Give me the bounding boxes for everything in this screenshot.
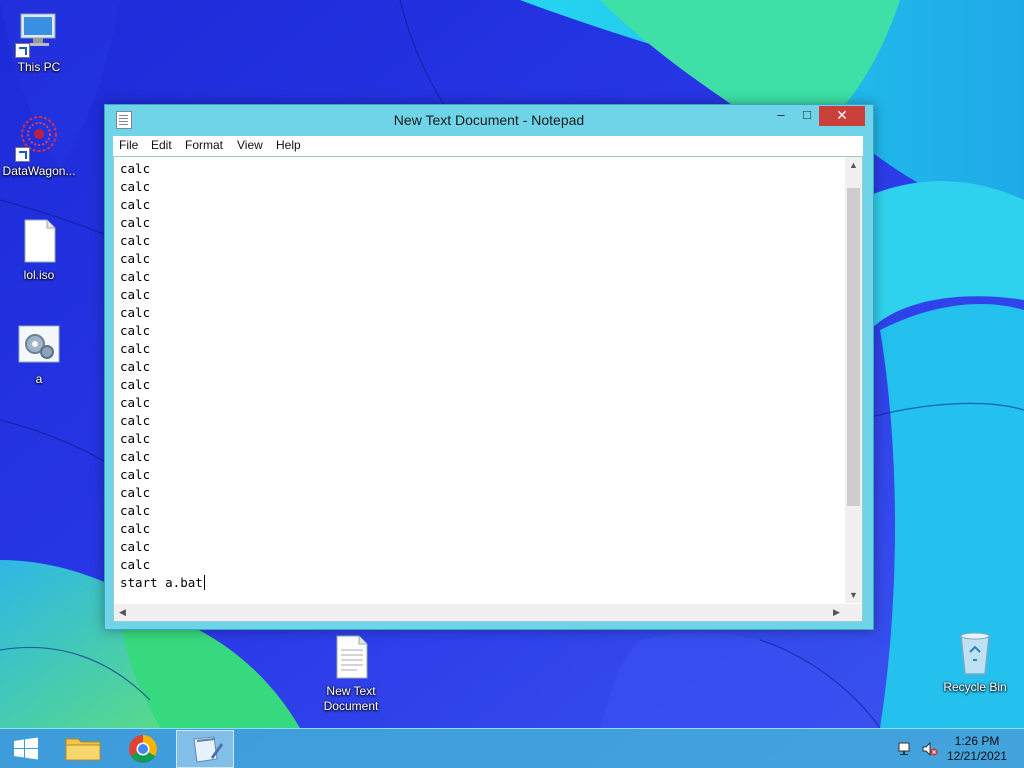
desktop-icon-label: DataWagon... <box>2 164 76 178</box>
file-icon <box>15 218 63 266</box>
datawagon-shortcut-icon <box>15 114 63 162</box>
desktop-icon-a[interactable]: a <box>0 322 78 387</box>
text-line: calc <box>120 539 151 554</box>
menu-help[interactable]: Help <box>276 138 301 152</box>
recycle-bin-icon <box>951 630 999 678</box>
menu-view[interactable]: View <box>237 138 263 152</box>
text-line: calc <box>120 359 151 374</box>
taskbar: 1:26 PM 12/21/2021 <box>0 728 1024 768</box>
text-line: calc <box>120 323 151 338</box>
volume-muted-icon[interactable] <box>922 741 938 757</box>
text-line: calc <box>120 467 151 482</box>
text-line: calc <box>120 521 151 536</box>
scroll-up-arrow-icon[interactable]: ▲ <box>845 160 862 170</box>
desktop-icon-label: This PC <box>17 60 61 74</box>
desktop-icon-recycle-bin[interactable]: Recycle Bin <box>936 630 1014 695</box>
text-line: calc <box>120 377 151 392</box>
scroll-left-arrow-icon[interactable]: ◀ <box>114 607 131 618</box>
text-line: calc <box>120 431 151 446</box>
title-bar[interactable]: New Text Document - Notepad – □ ✕ <box>105 105 873 135</box>
text-line: calc <box>120 413 151 428</box>
text-line: calc <box>120 503 151 518</box>
text-line: calc <box>120 179 151 194</box>
start-button[interactable] <box>0 730 54 768</box>
menu-bar: File Edit Format View Help <box>113 136 863 156</box>
desktop-icon-label: a <box>35 372 43 386</box>
menu-format[interactable]: Format <box>185 138 223 152</box>
taskbar-file-explorer[interactable] <box>56 730 110 768</box>
desktop-icon-lol-iso[interactable]: lol.iso <box>0 218 78 283</box>
vertical-scroll-thumb[interactable] <box>847 188 860 506</box>
text-line: calc <box>120 341 151 356</box>
text-line: calc <box>120 485 151 500</box>
clock-time: 1:26 PM <box>954 734 1000 748</box>
text-line: calc <box>120 449 151 464</box>
menu-edit[interactable]: Edit <box>151 138 172 152</box>
clock-date: 12/21/2021 <box>946 749 1008 763</box>
desktop-icon-new-text-document[interactable]: New Text Document <box>312 634 390 714</box>
text-caret <box>203 575 205 590</box>
scroll-right-arrow-icon[interactable]: ▶ <box>828 607 845 618</box>
text-file-icon <box>327 634 375 682</box>
notepad-window[interactable]: New Text Document - Notepad – □ ✕ File E… <box>104 104 874 630</box>
computer-icon <box>15 10 63 58</box>
text-editor[interactable]: calc calc calc calc calc calc calc calc calc calc… <box>113 156 863 622</box>
network-icon[interactable] <box>898 741 914 757</box>
text-line: calc <box>120 557 151 572</box>
horizontal-scrollbar[interactable]: ◀ ▶ <box>114 604 845 621</box>
text-line: calc <box>120 269 151 284</box>
text-line: calc <box>120 233 151 248</box>
chrome-icon <box>129 735 157 763</box>
scroll-down-arrow-icon[interactable]: ▼ <box>845 590 862 600</box>
text-line: calc <box>120 395 151 410</box>
windows-logo-icon <box>14 737 38 760</box>
editor-content[interactable]: calc calc calc calc calc calc calc calc calc calc… <box>120 160 840 600</box>
text-line: start a.bat <box>120 575 203 590</box>
folder-icon <box>65 738 101 761</box>
text-line: calc <box>120 287 151 302</box>
vertical-scrollbar[interactable]: ▲ ▼ <box>845 157 862 603</box>
menu-file[interactable]: File <box>119 138 138 152</box>
taskbar-notepad[interactable] <box>176 730 234 768</box>
text-line: calc <box>120 161 151 176</box>
window-title: New Text Document - Notepad <box>393 112 585 128</box>
text-line: calc <box>120 215 151 230</box>
desktop-icon-label: New Text Document <box>323 684 379 713</box>
batch-file-icon <box>15 322 63 370</box>
desktop-icon-label: lol.iso <box>23 268 55 282</box>
close-button[interactable]: ✕ <box>819 106 865 126</box>
text-line: calc <box>120 305 151 320</box>
desktop-icon-datawagon[interactable]: DataWagon... <box>0 114 78 179</box>
desktop-icon-label: Recycle Bin <box>943 680 1007 694</box>
desktop-icon-this-pc[interactable]: This PC <box>0 10 78 75</box>
minimize-button[interactable]: – <box>768 106 794 126</box>
maximize-button[interactable]: □ <box>794 106 820 126</box>
system-clock[interactable]: 1:26 PM 12/21/2021 <box>942 734 1012 764</box>
text-line: calc <box>120 251 151 266</box>
notepad-icon <box>193 736 223 763</box>
taskbar-chrome[interactable] <box>116 730 170 768</box>
scrollbar-corner <box>845 604 862 621</box>
text-line: calc <box>120 197 151 212</box>
